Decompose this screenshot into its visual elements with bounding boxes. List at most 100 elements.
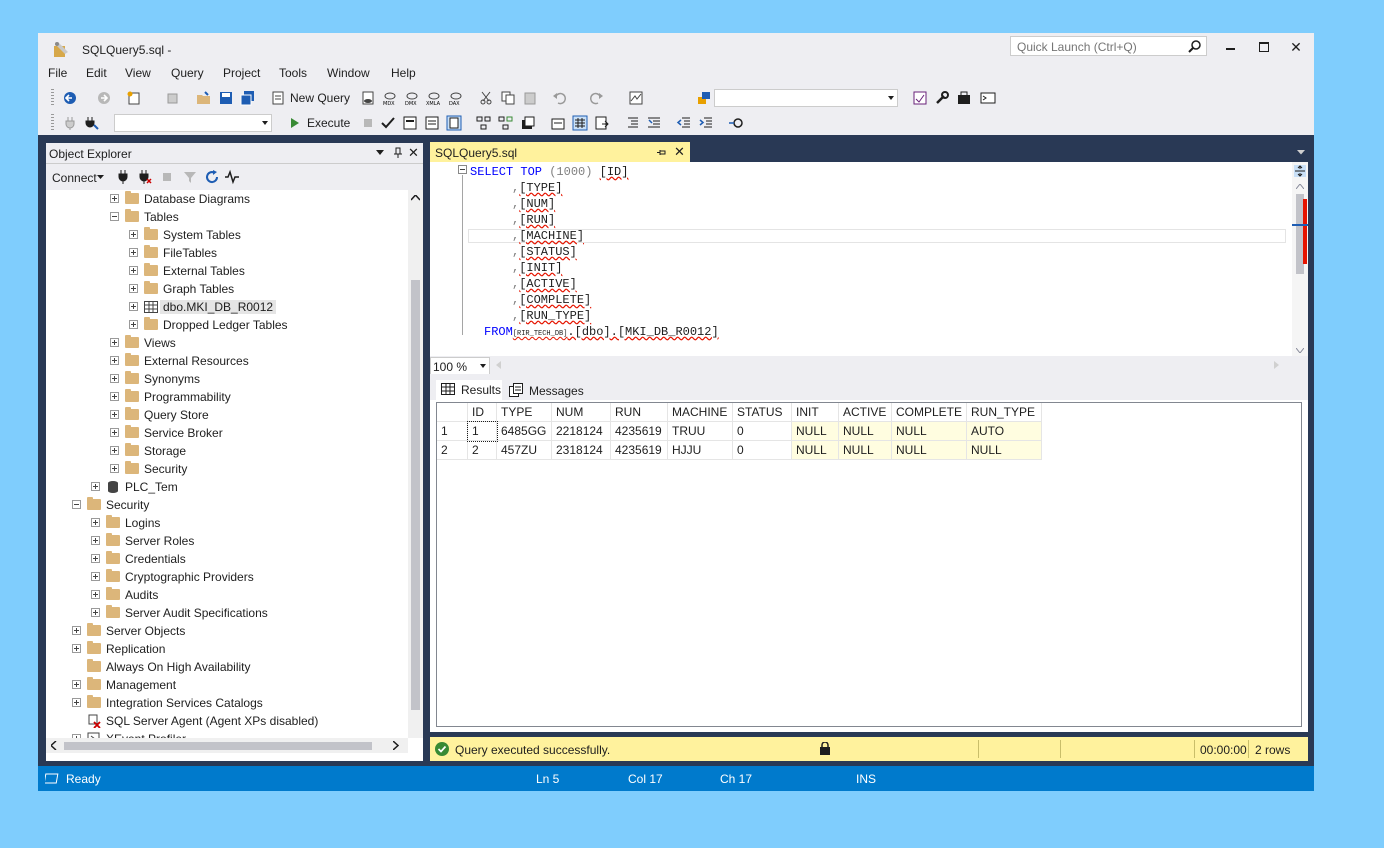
expand-icon[interactable] [91, 590, 100, 599]
expand-icon[interactable] [72, 644, 81, 653]
add-item-icon[interactable] [164, 90, 180, 106]
zoom-dropdown[interactable]: 100 % [430, 357, 490, 375]
scroll-down-icon[interactable] [1296, 348, 1304, 353]
expand-icon[interactable] [110, 464, 119, 473]
column-header[interactable]: RUN [610, 403, 668, 422]
expand-icon[interactable] [129, 302, 138, 311]
tree-scroll-thumb[interactable] [411, 280, 420, 710]
tree-node[interactable]: System Tables [46, 226, 406, 244]
split-window-icon[interactable] [1294, 165, 1306, 177]
command-window-icon[interactable] [980, 90, 996, 106]
available-databases-dropdown[interactable] [114, 114, 272, 132]
new-query-button[interactable]: New Query [290, 91, 350, 105]
results-text-icon[interactable] [550, 115, 566, 131]
tree-node[interactable]: Credentials [46, 550, 406, 568]
redo-icon[interactable] [588, 90, 604, 106]
new-query-icon[interactable] [270, 90, 286, 106]
expand-icon[interactable] [91, 518, 100, 527]
expand-icon[interactable] [91, 554, 100, 563]
scroll-left-icon[interactable] [496, 361, 501, 369]
expand-icon[interactable] [110, 194, 119, 203]
minimize-button[interactable] [1220, 38, 1240, 56]
tree-node[interactable]: Management [46, 676, 406, 694]
table-row[interactable]: 2 2 457ZU 2318124 4235619 HJJU 0 NULL NULL NULL NU… [437, 440, 1042, 460]
table-cell[interactable]: HJJU [667, 440, 733, 460]
results-to-text-icon[interactable] [424, 115, 440, 131]
expand-icon[interactable] [129, 284, 138, 293]
row-number[interactable]: 1 [437, 421, 468, 441]
expand-icon[interactable] [110, 446, 119, 455]
toolbar-grip[interactable] [51, 89, 54, 107]
menu-tools[interactable]: Tools [279, 66, 307, 80]
tree-node[interactable]: Cryptographic Providers [46, 568, 406, 586]
tree-hscroll-thumb[interactable] [64, 742, 372, 750]
tree-node[interactable]: Replication [46, 640, 406, 658]
tree-node[interactable]: Server Roles [46, 532, 406, 550]
query-options-icon[interactable] [476, 115, 492, 131]
column-header[interactable]: NUM [551, 403, 611, 422]
table-cell[interactable]: NULL [791, 421, 839, 441]
tree-node[interactable]: Tables [46, 208, 406, 226]
tree-node[interactable]: Storage [46, 442, 406, 460]
table-cell[interactable]: 2218124 [551, 421, 611, 441]
expand-icon[interactable] [110, 374, 119, 383]
tree-node[interactable]: Views [46, 334, 406, 352]
expand-icon[interactable] [110, 356, 119, 365]
editor-vertical-scrollbar[interactable] [1292, 162, 1308, 356]
tab-messages[interactable]: Messages [504, 380, 584, 400]
expand-icon[interactable] [91, 536, 100, 545]
parse-checkmark-icon[interactable] [380, 115, 396, 131]
paste-icon[interactable] [522, 90, 538, 106]
expand-icon[interactable] [110, 410, 119, 419]
tab-list-dropdown-icon[interactable] [1297, 150, 1305, 155]
expand-icon[interactable] [129, 230, 138, 239]
table-cell[interactable]: 457ZU [496, 440, 552, 460]
toolbar-grip-2[interactable] [51, 114, 54, 132]
tree-node[interactable]: PLC_Tem [46, 478, 406, 496]
tab-results[interactable]: Results [436, 380, 502, 400]
table-cell[interactable]: 0 [732, 440, 792, 460]
scroll-up-icon[interactable] [411, 195, 420, 201]
tree-node[interactable]: Graph Tables [46, 280, 406, 298]
stop-icon[interactable] [160, 170, 174, 184]
tree-node[interactable]: Logins [46, 514, 406, 532]
open-file-icon[interactable] [196, 90, 212, 106]
expand-icon[interactable] [91, 608, 100, 617]
table-cell[interactable]: NULL [838, 440, 892, 460]
xmla-query-icon[interactable]: XMLA [426, 90, 442, 106]
tree-node[interactable]: Always On High Availability [46, 658, 406, 676]
execute-button[interactable]: Execute [307, 116, 350, 130]
execute-play-icon[interactable] [286, 115, 302, 131]
column-header[interactable]: ID [467, 403, 497, 422]
close-button[interactable]: ✕ [1286, 38, 1306, 56]
tree-horizontal-scrollbar[interactable] [46, 738, 408, 753]
tree-node[interactable]: FileTables [46, 244, 406, 262]
scroll-right-icon[interactable] [393, 741, 399, 750]
expand-icon[interactable] [72, 698, 81, 707]
client-statistics-icon[interactable] [520, 115, 536, 131]
column-header[interactable]: STATUS [732, 403, 792, 422]
column-header[interactable]: ACTIVE [838, 403, 892, 422]
results-grid-icon[interactable] [572, 115, 588, 131]
refresh-icon[interactable] [204, 169, 220, 185]
expand-icon[interactable] [110, 392, 119, 401]
output-window-icon[interactable] [45, 773, 59, 784]
specify-template-values-icon[interactable] [728, 115, 744, 131]
tree-node[interactable]: External Tables [46, 262, 406, 280]
tree-node[interactable]: Security [46, 460, 406, 478]
table-cell[interactable]: 1 [466, 420, 498, 442]
dax-query-icon[interactable]: DAX [448, 90, 464, 106]
activity-monitor-icon[interactable] [628, 90, 644, 106]
column-header[interactable]: TYPE [496, 403, 552, 422]
expand-icon[interactable] [129, 248, 138, 257]
menu-project[interactable]: Project [223, 66, 260, 80]
solution-explorer-icon[interactable] [696, 90, 712, 106]
results-file-icon[interactable] [594, 115, 610, 131]
menu-window[interactable]: Window [327, 66, 370, 80]
tree-node[interactable]: SQL Server Agent (Agent XPs disabled) [46, 712, 406, 730]
tree-node[interactable]: dbo.MKI_DB_R0012 [46, 298, 406, 316]
row-number-header[interactable] [437, 403, 468, 422]
chevron-down-icon[interactable] [97, 175, 104, 180]
quick-launch-input[interactable] [1015, 38, 1189, 56]
cut-icon[interactable] [478, 90, 494, 106]
